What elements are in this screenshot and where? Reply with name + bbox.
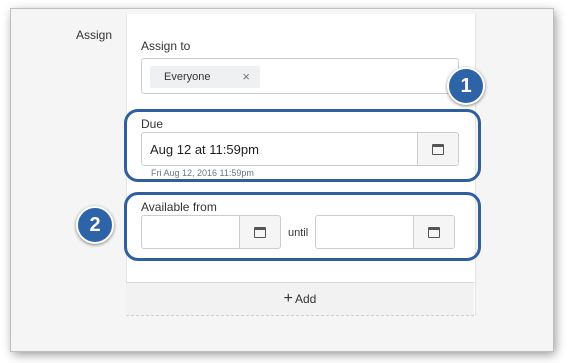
assignee-chip-label: Everyone — [164, 71, 211, 83]
callout-badge-2: 2 — [76, 206, 114, 244]
callout-badge-1: 1 — [447, 67, 485, 105]
assign-to-field[interactable]: Everyone × — [141, 58, 459, 94]
available-highlight-outline — [124, 192, 481, 261]
section-label: Assign — [76, 28, 113, 42]
add-button-label: Add — [294, 292, 317, 306]
due-highlight-outline — [124, 109, 481, 182]
assignee-chip: Everyone × — [150, 66, 260, 88]
close-icon[interactable]: × — [242, 69, 250, 84]
add-button[interactable]: + Add — [126, 282, 474, 316]
assign-to-label: Assign to — [141, 39, 191, 53]
plus-icon: + — [283, 290, 293, 307]
